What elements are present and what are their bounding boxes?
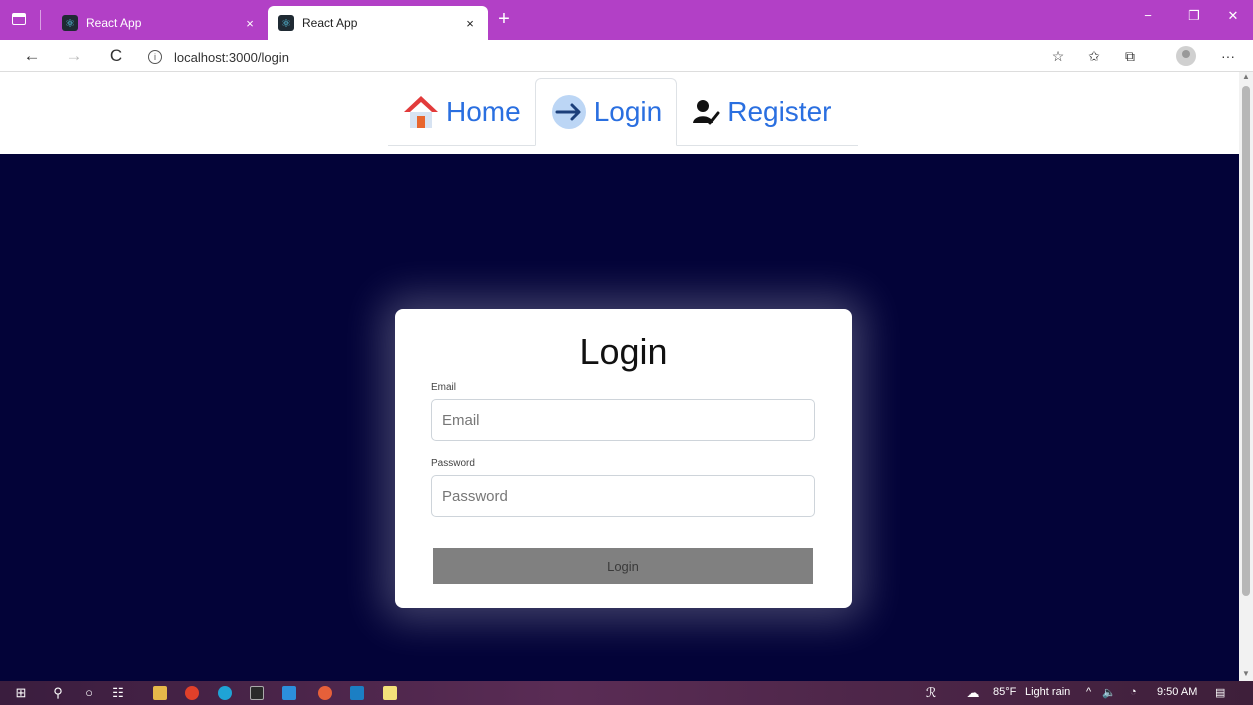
add-favorite-icon[interactable]: ☆ [1047, 46, 1069, 66]
app-icon[interactable] [318, 686, 332, 700]
login-card: Login Email Password Login [395, 309, 852, 608]
edge-icon[interactable] [218, 686, 232, 700]
people-icon[interactable]: ℛ [922, 684, 940, 702]
back-button[interactable]: ← [20, 44, 44, 68]
windows-start-icon[interactable]: ⊞ [12, 684, 30, 702]
opera-icon[interactable] [185, 686, 199, 700]
forward-button[interactable]: → [62, 44, 86, 68]
email-field[interactable] [431, 399, 815, 441]
react-favicon-icon: ⚛ [62, 15, 78, 31]
weather-text[interactable]: Light rain [1025, 686, 1070, 698]
vscode-icon[interactable] [282, 686, 296, 700]
nav-home-label: Home [446, 96, 521, 127]
tray-chevron-icon[interactable]: ^ [1086, 686, 1091, 698]
browser-toolbar: ← → C i localhost:3000/login ☆ ✩ ⧉ ··· [0, 40, 1253, 72]
store-icon[interactable] [350, 686, 364, 700]
login-page-background: Login Email Password Login [0, 154, 1239, 681]
file-explorer-icon[interactable] [153, 686, 167, 700]
browser-tab-1[interactable]: ⚛ React App × [52, 6, 268, 40]
password-field[interactable] [431, 475, 815, 517]
task-view-icon[interactable]: ☷ [109, 684, 127, 702]
scroll-thumb[interactable] [1242, 86, 1250, 596]
search-icon[interactable]: ⚲ [49, 684, 67, 702]
wifi-icon[interactable]: ◔ [1130, 686, 1137, 698]
weather-cloud-icon[interactable]: ☁ [964, 684, 982, 702]
login-arrow-icon [550, 93, 588, 131]
notepad-icon[interactable] [383, 686, 397, 700]
tab-label: React App [302, 16, 358, 30]
windows-taskbar: ⊞ ⚲ ○ ☷ ℛ ☁ 85°F Light rain ^ 🔈 ◔ 9:50 A… [0, 681, 1253, 705]
favorites-icon[interactable]: ✩ [1083, 46, 1105, 66]
page-scrollbar[interactable]: ▲ ▼ [1239, 72, 1253, 681]
page-viewport: Home Login Register Login Email Email Pa… [0, 72, 1253, 681]
tab-label: React App [86, 16, 142, 30]
address-bar[interactable]: i localhost:3000/login [140, 45, 1240, 69]
weather-temp[interactable]: 85°F [993, 686, 1016, 698]
browser-title-bar: ⚛ React App × ⚛ React App × + − ❐ ✕ [0, 0, 1253, 40]
cortana-icon[interactable]: ○ [80, 684, 98, 702]
login-submit-button[interactable]: Login [433, 548, 813, 584]
webstorm-icon[interactable] [250, 686, 264, 700]
profile-avatar-icon[interactable] [1176, 46, 1196, 66]
browser-tab-2[interactable]: ⚛ React App × [268, 6, 488, 40]
volume-icon[interactable]: 🔈 [1102, 686, 1116, 699]
nav-item-register[interactable]: Register [677, 78, 845, 146]
tab-close-icon[interactable]: × [462, 16, 478, 31]
nav-item-home[interactable]: Home [388, 78, 535, 146]
nav-login-label: Login [593, 96, 663, 127]
url-text[interactable]: localhost:3000/login [174, 50, 289, 65]
minimize-button[interactable]: − [1133, 8, 1163, 23]
close-window-button[interactable]: ✕ [1218, 8, 1248, 24]
clock-time[interactable]: 9:50 AM [1157, 686, 1197, 698]
tab-actions-icon[interactable] [12, 13, 26, 25]
email-label: Email [431, 382, 457, 393]
restore-button[interactable]: ❐ [1179, 8, 1209, 24]
collections-icon[interactable]: ⧉ [1119, 46, 1141, 66]
react-favicon-icon: ⚛ [278, 15, 294, 31]
scroll-up-icon[interactable]: ▲ [1239, 72, 1253, 84]
nav-item-login[interactable]: Login [534, 78, 678, 146]
more-options-icon[interactable]: ··· [1217, 46, 1239, 66]
reload-button[interactable]: C [104, 44, 128, 68]
main-navbar: Home Login Register [388, 78, 858, 146]
notification-icon[interactable]: ▤ [1215, 686, 1225, 699]
login-title: Login [579, 331, 668, 372]
new-tab-button[interactable]: + [492, 8, 516, 32]
tab-close-icon[interactable]: × [242, 16, 258, 31]
home-icon [402, 94, 440, 130]
nav-register-label: Register [727, 96, 832, 127]
site-info-icon[interactable]: i [148, 50, 162, 64]
scroll-down-icon[interactable]: ▼ [1239, 669, 1253, 681]
password-label: Password [431, 458, 475, 469]
register-user-icon [691, 97, 721, 127]
tab-separator [40, 10, 41, 30]
